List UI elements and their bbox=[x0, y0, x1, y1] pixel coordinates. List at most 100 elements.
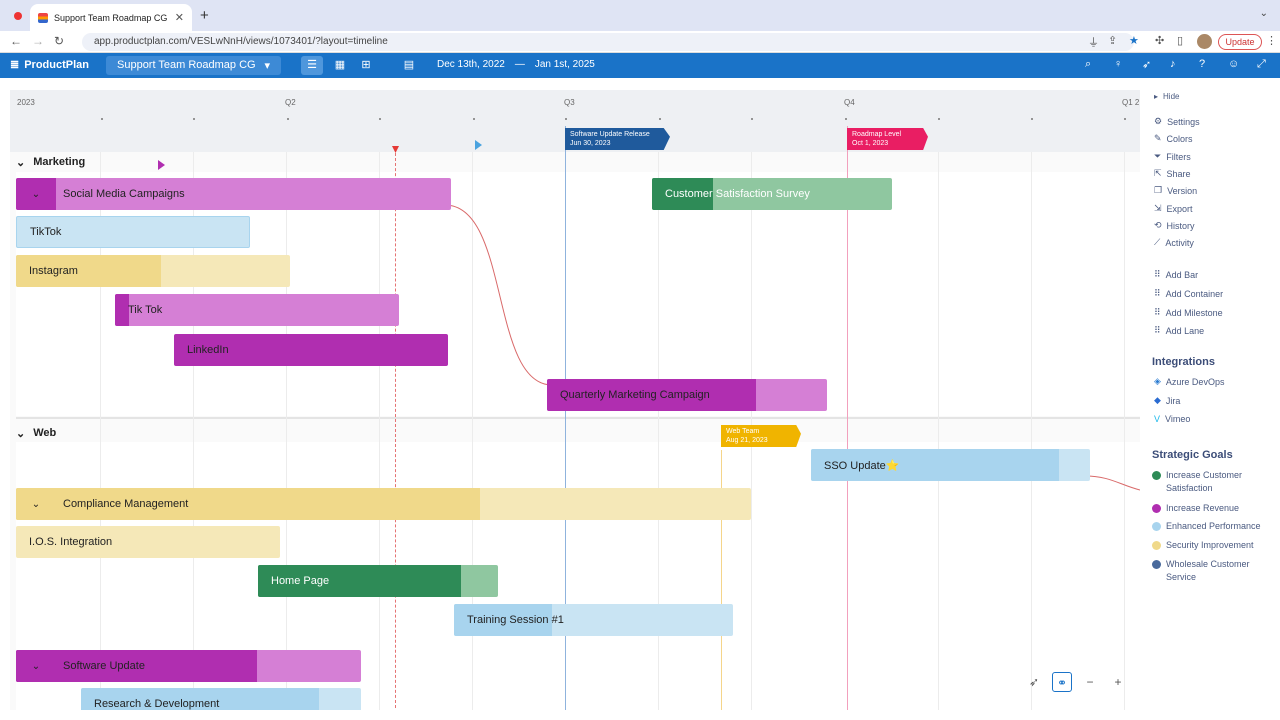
dependencies-icon[interactable]: ⚭ bbox=[1052, 672, 1072, 692]
menu-settings[interactable]: ⚙ Settings bbox=[1154, 116, 1200, 127]
tab-title: Support Team Roadmap CG - P bbox=[54, 12, 169, 23]
goal-item[interactable]: Enhanced Performance bbox=[1152, 520, 1272, 533]
calendar-icon[interactable]: ▤ bbox=[398, 56, 420, 75]
user-icon[interactable]: ☺ bbox=[1228, 58, 1239, 70]
caret-right-icon: ▸ bbox=[1154, 92, 1159, 101]
add-label: Add Bar bbox=[1165, 269, 1199, 280]
date-range[interactable]: Dec 13th, 2022 — Jan 1st, 2025 bbox=[437, 59, 595, 70]
fullscreen-icon[interactable]: ⤢ bbox=[1257, 58, 1266, 71]
bar-research-development[interactable]: Research & Development bbox=[81, 688, 361, 710]
menu-label: History bbox=[1166, 220, 1195, 231]
bar-compliance-management[interactable]: ⌄ Compliance Management bbox=[16, 488, 751, 520]
goal-label: Enhanced Performance bbox=[1166, 521, 1261, 531]
close-tab-icon[interactable]: ✕ bbox=[175, 11, 184, 24]
tab-menu-chevron-icon[interactable]: ⌄ bbox=[1260, 8, 1268, 19]
integration-azure-devops[interactable]: ◈ Azure DevOps bbox=[1154, 376, 1224, 387]
bar-sso-update[interactable]: SSO Update⭐ bbox=[811, 449, 1090, 481]
expand-chevron-icon[interactable]: ⌄ bbox=[16, 178, 56, 210]
mic-icon[interactable]: ⏚ bbox=[1088, 34, 1099, 50]
goal-item[interactable]: Security Improvement bbox=[1152, 539, 1272, 552]
productplan-favicon-icon bbox=[38, 12, 48, 23]
menu-colors[interactable]: ✎ Colors bbox=[1154, 133, 1193, 144]
integrations-heading: Integrations bbox=[1152, 356, 1215, 368]
bar-instagram[interactable]: Instagram bbox=[16, 255, 290, 287]
zoom-out-icon[interactable]: − bbox=[1080, 672, 1100, 692]
hide-label: Hide bbox=[1163, 92, 1180, 101]
lightbulb-icon[interactable]: ♀ bbox=[1114, 58, 1122, 70]
bar-label: Customer Satisfaction Survey bbox=[665, 188, 810, 200]
bar-social-media-campaigns[interactable]: ⌄ Social Media Campaigns bbox=[16, 178, 451, 210]
menu-export[interactable]: ⇲ Export bbox=[1154, 203, 1193, 214]
zoom-in-icon[interactable]: + bbox=[1108, 672, 1128, 692]
goal-item[interactable]: Increase Customer Satisfaction bbox=[1152, 469, 1272, 495]
bar-linkedin[interactable]: LinkedIn bbox=[174, 334, 448, 366]
url-field[interactable]: app.productplan.com/VESLwNnH/views/10734… bbox=[82, 33, 1134, 51]
bar-label: Research & Development bbox=[94, 698, 220, 710]
roadmap-selector[interactable]: Support Team Roadmap CG ▾ bbox=[106, 56, 281, 75]
integration-vimeo[interactable]: V Vimeo bbox=[1154, 414, 1190, 424]
bar-software-update[interactable]: ⌄ Software Update bbox=[16, 650, 361, 682]
extensions-icon[interactable]: ✣ bbox=[1155, 34, 1164, 47]
launch-rocket-icon[interactable]: ➶ bbox=[1024, 672, 1044, 692]
goal-color-dot bbox=[1152, 560, 1161, 569]
bar-tiktok[interactable]: TikTok bbox=[16, 216, 250, 248]
goal-color-dot bbox=[1152, 541, 1161, 550]
notifications-bell-icon[interactable]: ♪ bbox=[1170, 58, 1176, 70]
app-header: ≣ ProductPlan Support Team Roadmap CG ▾ … bbox=[0, 53, 1280, 78]
menu-filters[interactable]: ⏷ Filters bbox=[1154, 151, 1191, 162]
share-icon: ⇱ bbox=[1154, 168, 1162, 178]
new-tab-icon[interactable]: + bbox=[200, 7, 209, 24]
bar-tik-tok[interactable]: Tik Tok bbox=[115, 294, 399, 326]
menu-label: Share bbox=[1166, 168, 1191, 179]
browser-update-button[interactable]: Update bbox=[1218, 34, 1262, 50]
bar-home-page[interactable]: Home Page bbox=[258, 565, 498, 597]
menu-history[interactable]: ⟲ History bbox=[1154, 220, 1195, 231]
expand-chevron-icon[interactable]: ⌄ bbox=[16, 488, 56, 520]
bookmark-star-icon[interactable]: ★ bbox=[1129, 34, 1139, 47]
sidebar-toggle-icon[interactable]: ▯ bbox=[1177, 34, 1183, 47]
reload-icon[interactable]: ↻ bbox=[54, 34, 64, 48]
productplan-logo[interactable]: ≣ ProductPlan bbox=[10, 58, 90, 72]
bar-label: LinkedIn bbox=[187, 344, 229, 356]
menu-activity[interactable]: ⟋ Activity bbox=[1154, 237, 1194, 248]
menu-label: Filters bbox=[1166, 151, 1191, 162]
browser-tab[interactable]: Support Team Roadmap CG - P ✕ bbox=[30, 4, 192, 31]
goal-item[interactable]: Wholesale Customer Service bbox=[1152, 558, 1272, 584]
menu-version[interactable]: ❐ Version bbox=[1154, 185, 1197, 196]
share-page-icon[interactable]: ⇪ bbox=[1108, 34, 1117, 47]
goal-color-dot bbox=[1152, 522, 1161, 531]
menu-share[interactable]: ⇱ Share bbox=[1154, 168, 1191, 179]
back-icon[interactable]: ← bbox=[10, 34, 22, 48]
table-view-icon[interactable]: ⊞ bbox=[355, 56, 377, 75]
filter-icon: ⏷ bbox=[1154, 151, 1162, 161]
date-end: Jan 1st, 2025 bbox=[534, 59, 595, 70]
goal-item[interactable]: Increase Revenue bbox=[1152, 502, 1272, 515]
search-icon[interactable]: ⌕ bbox=[1085, 58, 1091, 71]
expand-chevron-icon[interactable]: ⌄ bbox=[16, 650, 56, 682]
date-start: Dec 13th, 2022 bbox=[437, 59, 505, 70]
bar-training-session[interactable]: Training Session #1 bbox=[454, 604, 733, 636]
add-bar[interactable]: ⠿ Add Bar bbox=[1154, 269, 1198, 280]
add-container[interactable]: ⠿ Add Container bbox=[1154, 288, 1223, 299]
hide-panel-button[interactable]: ▸ Hide bbox=[1154, 92, 1179, 101]
version-icon: ❐ bbox=[1154, 185, 1163, 195]
bar-ios-integration[interactable]: I.O.S. Integration bbox=[16, 526, 280, 558]
forward-icon[interactable]: → bbox=[32, 34, 44, 48]
timeline-view-icon[interactable]: ☰ bbox=[301, 56, 323, 75]
add-milestone[interactable]: ⠿ Add Milestone bbox=[1154, 307, 1223, 318]
bar-customer-satisfaction-survey[interactable]: Customer Satisfaction Survey bbox=[652, 178, 892, 210]
activity-chart-icon: ⟋ bbox=[1154, 237, 1161, 247]
integration-jira[interactable]: ◆ Jira bbox=[1154, 395, 1180, 406]
add-lane[interactable]: ⠿ Add Lane bbox=[1154, 325, 1204, 336]
board-view-icon[interactable]: ▦ bbox=[329, 56, 351, 75]
menu-label: Export bbox=[1166, 203, 1193, 214]
bar-label: Compliance Management bbox=[63, 498, 189, 510]
bar-quarterly-marketing-campaign[interactable]: Quarterly Marketing Campaign bbox=[547, 379, 827, 411]
browser-menu-icon[interactable]: ⋮ bbox=[1266, 34, 1277, 47]
launch-rocket-icon[interactable]: ➶ bbox=[1142, 58, 1151, 71]
profile-avatar[interactable] bbox=[1197, 34, 1212, 49]
menu-label: Version bbox=[1167, 185, 1198, 196]
brand-name: ProductPlan bbox=[24, 58, 90, 71]
help-icon[interactable]: ? bbox=[1199, 58, 1205, 70]
bar-label: Training Session #1 bbox=[467, 614, 564, 626]
